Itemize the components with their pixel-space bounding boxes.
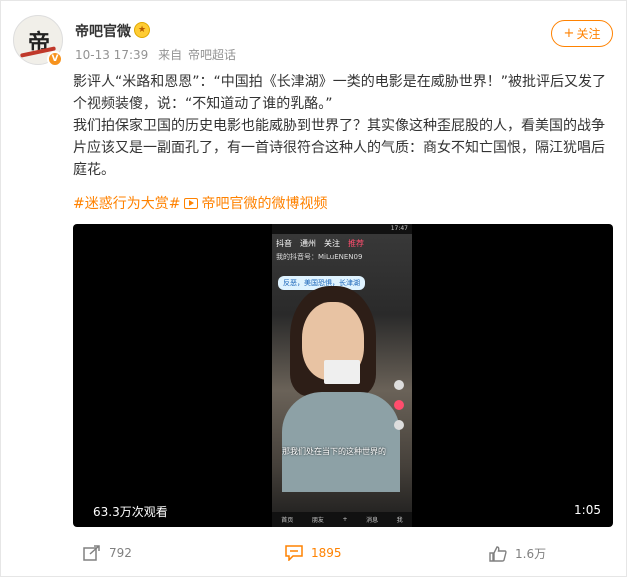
phone-nav-item: 通州	[300, 238, 316, 248]
post-tags: #迷惑行为大赏# 帝吧官微的微博视频	[73, 193, 327, 213]
author-name[interactable]: 帝吧官微	[75, 21, 131, 41]
phone-app-name: 抖音	[276, 238, 292, 248]
phone-subtitle: 那我们处在当下的这种世界的	[282, 447, 386, 456]
like-button[interactable]: 1.6万	[489, 545, 546, 562]
phone-nav: 抖音 通州 关注 推荐	[272, 234, 412, 252]
like-count: 1.6万	[515, 547, 547, 561]
phone-bottom-item: 首页	[281, 517, 294, 524]
comment-button[interactable]: 1895	[285, 545, 342, 561]
phone-nav-item: 推荐	[348, 238, 364, 248]
person-body	[282, 392, 400, 492]
repost-count: 792	[109, 546, 132, 560]
comment-icon	[285, 545, 303, 561]
phone-bottom-item: 朋友	[311, 517, 324, 524]
hashtag-link[interactable]: #迷惑行为大赏#	[73, 193, 180, 213]
gold-medal-icon[interactable]: ★	[134, 22, 150, 38]
face-blur-mosaic	[324, 360, 360, 384]
comment-dot-icon	[394, 420, 404, 430]
video-view-count: 63.3万次观看	[93, 505, 168, 519]
follow-label: 关注	[576, 27, 601, 41]
thumbs-up-icon	[489, 545, 507, 562]
post-text: 影评人“米路和恩恩”：“中国拍《长津湖》一类的电影是在威胁世界！”被批评后又发了…	[73, 71, 615, 181]
verified-v-icon: V	[47, 51, 63, 67]
comment-count: 1895	[311, 546, 342, 560]
phone-side-icons	[394, 380, 408, 440]
repost-icon	[83, 545, 100, 561]
video-duration: 1:05	[574, 503, 601, 517]
heart-icon	[394, 400, 404, 410]
phone-status-bar: 17:47	[272, 224, 412, 234]
video-frame: 17:47 抖音 通州 关注 推荐 我的抖音号：MiLuENEN09 反恶，美国…	[272, 224, 412, 527]
phone-douyin-id: 我的抖音号：MiLuENEN09	[276, 253, 363, 261]
phone-bottom-bar: 首页 朋友 + 消息 我	[272, 512, 412, 527]
post-meta: 10-13 17:39 来自 帝吧超话	[75, 46, 242, 63]
weibo-post-card: 帝 V 帝吧官微 ★ 10-13 17:39 来自 帝吧超话 + 关注 影评人“…	[0, 0, 627, 577]
phone-nav-item: 关注	[324, 238, 340, 248]
source-prefix: 来自	[158, 48, 183, 62]
plus-icon: +	[563, 26, 575, 41]
post-actions: 792 1895 1.6万	[1, 537, 627, 577]
phone-bottom-item: 消息	[366, 517, 379, 524]
follow-button[interactable]: + 关注	[551, 20, 613, 47]
post-paragraph-1: 影评人“米路和恩恩”：“中国拍《长津湖》一类的电影是在威胁世界！”被批评后又发了…	[73, 74, 607, 112]
video-player[interactable]: 17:47 抖音 通州 关注 推荐 我的抖音号：MiLuENEN09 反恶，美国…	[73, 224, 613, 527]
phone-bottom-item: +	[342, 516, 348, 523]
post-time[interactable]: 10-13 17:39	[75, 48, 148, 62]
video-icon	[184, 197, 199, 209]
post-paragraph-2: 我们拍保家卫国的历史电影也能威胁到世界了？其实像这种歪屁股的人，看美国的战争片应…	[73, 118, 605, 178]
profile-dot-icon	[394, 380, 404, 390]
repost-button[interactable]: 792	[83, 545, 132, 561]
video-source-link[interactable]: 帝吧官微的微博视频	[184, 193, 327, 213]
video-link-label: 帝吧官微的微博视频	[201, 196, 328, 212]
phone-bottom-item: 我	[396, 517, 403, 524]
source-link[interactable]: 帝吧超话	[188, 48, 236, 62]
